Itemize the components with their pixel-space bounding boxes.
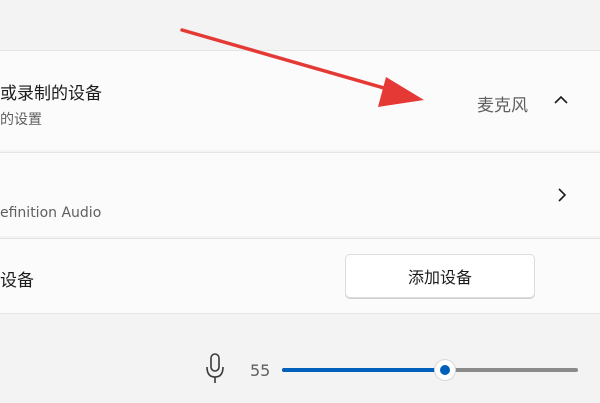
chevron-up-icon[interactable]: [554, 93, 568, 107]
microphone-icon[interactable]: [204, 353, 226, 385]
volume-slider[interactable]: [282, 360, 582, 380]
device-row[interactable]: efinition Audio: [0, 152, 600, 236]
selected-input-device: 麦克风: [477, 96, 528, 116]
add-device-label: 设备: [0, 271, 34, 291]
volume-row: 55: [0, 316, 600, 403]
volume-value: 55: [250, 361, 271, 380]
section-subtitle: 的设置: [0, 112, 42, 128]
add-device-row: 设备 添加设备: [0, 238, 600, 314]
device-name: efinition Audio: [0, 205, 102, 221]
section-title: 或录制的设备: [0, 84, 102, 104]
add-device-button[interactable]: 添加设备: [345, 254, 535, 298]
top-strip: [0, 0, 600, 50]
input-device-section-header[interactable]: 或录制的设备 的设置 麦克风: [0, 50, 600, 150]
chevron-right-icon[interactable]: [556, 187, 568, 203]
slider-fill: [282, 368, 445, 372]
slider-thumb[interactable]: [435, 360, 455, 380]
